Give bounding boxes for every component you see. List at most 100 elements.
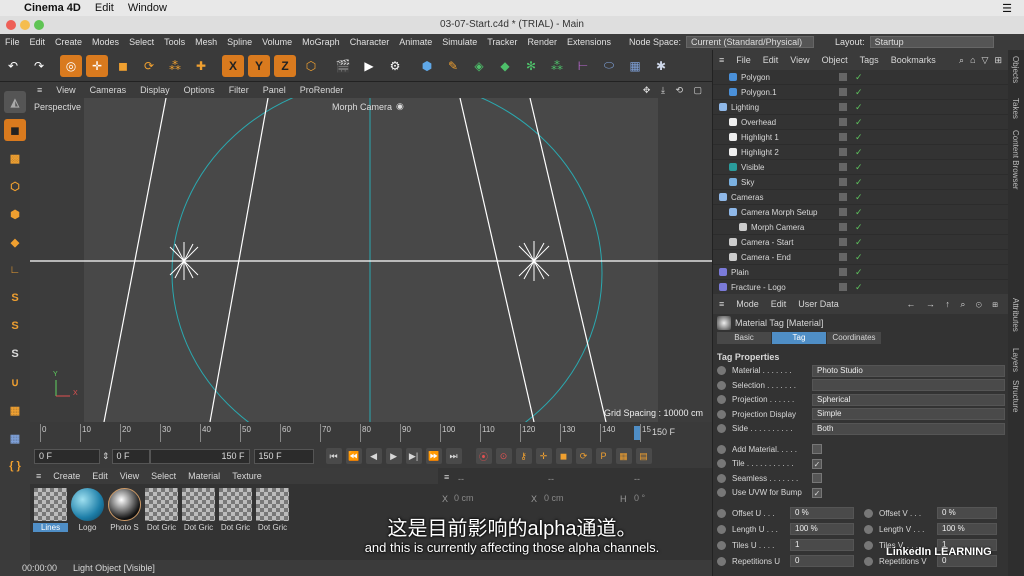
snap-icon-1[interactable]: S — [4, 287, 26, 309]
om-menu-object[interactable]: Object — [816, 55, 854, 65]
object-row[interactable]: Camera - Start ✓ — [713, 235, 1008, 250]
visibility-icon[interactable] — [839, 178, 847, 186]
object-name[interactable]: Camera - Start — [741, 238, 793, 247]
visibility-icon[interactable] — [839, 133, 847, 141]
animate-dot-icon[interactable] — [864, 540, 873, 550]
camera-icon[interactable]: ◉ — [396, 101, 404, 112]
number-field[interactable]: 100 % — [937, 523, 997, 535]
visibility-icon[interactable] — [839, 73, 847, 81]
edges-mode-icon[interactable]: ⬢ — [4, 203, 26, 225]
magnet-icon[interactable]: ∪ — [4, 371, 26, 393]
object-row[interactable]: Lighting ✓ — [713, 100, 1008, 115]
visibility-icon[interactable] — [839, 163, 847, 171]
enabled-check-icon[interactable]: ✓ — [855, 282, 863, 293]
tab-coordinates[interactable]: Coordinates — [827, 332, 881, 344]
side-tab-layers[interactable]: Layers — [1011, 348, 1020, 372]
playhead[interactable] — [634, 426, 640, 440]
animate-dot-icon[interactable] — [717, 444, 726, 454]
side-tab-content-browser[interactable]: Content Browser — [1011, 130, 1020, 190]
mograph-icon[interactable]: ⁂ — [546, 55, 568, 77]
am-nav-icons[interactable]: ← → ↑ ⌕ ⊙ ⊞ — [906, 299, 1002, 310]
object-name[interactable]: Polygon — [741, 73, 770, 82]
om-new-view-icon[interactable]: ⊞ — [994, 55, 1002, 66]
object-name[interactable]: Camera - End — [741, 253, 791, 262]
object-name[interactable]: Overhead — [741, 118, 776, 127]
rotate-icon[interactable]: ⟳ — [138, 55, 160, 77]
object-row[interactable]: Sky ✓ — [713, 175, 1008, 190]
autokey-icon[interactable]: ⊙ — [495, 448, 512, 464]
traffic-lights[interactable] — [6, 20, 44, 30]
number-field[interactable]: 100 % — [790, 523, 854, 535]
frame-stepper-icon[interactable]: ⇕ — [102, 451, 110, 462]
texture-mode-icon[interactable]: ▩ — [4, 147, 26, 169]
menu-extra-icon[interactable]: ☰ — [1002, 2, 1012, 15]
om-menu-tags[interactable]: Tags — [854, 55, 885, 65]
start-frame-field[interactable]: 0 F — [111, 448, 150, 464]
deformer-icon[interactable]: ⊢ — [572, 55, 594, 77]
animate-dot-icon[interactable] — [864, 524, 873, 534]
mac-menu-edit[interactable]: Edit — [95, 2, 114, 14]
animate-dot-icon[interactable] — [717, 395, 726, 404]
menu-mesh[interactable]: Mesh — [190, 37, 222, 47]
transform-icon[interactable]: ✚ — [190, 55, 212, 77]
cloner-icon[interactable]: ✻ — [520, 55, 542, 77]
material-swatch[interactable]: Lines — [33, 488, 68, 556]
number-field[interactable]: 0 % — [937, 507, 997, 519]
visibility-icon[interactable] — [839, 238, 847, 246]
enabled-check-icon[interactable]: ✓ — [855, 87, 863, 98]
make-editable-icon[interactable]: ◭ — [4, 91, 26, 113]
am-menu-edit[interactable]: Edit — [765, 299, 793, 309]
om-search-icon[interactable]: ⌕ — [959, 55, 964, 66]
mat-menu-icon[interactable]: ≡ — [30, 471, 47, 481]
object-row[interactable]: Polygon.1 ✓ — [713, 85, 1008, 100]
property-value[interactable]: Simple — [812, 408, 1005, 420]
visibility-icon[interactable] — [839, 223, 847, 231]
object-row[interactable]: Highlight 2 ✓ — [713, 145, 1008, 160]
object-row[interactable]: Fracture - Logo ✓ — [713, 280, 1008, 295]
object-name[interactable]: Morph Camera — [751, 223, 804, 232]
current-frame-field[interactable]: 0 F — [34, 448, 100, 464]
tab-tag[interactable]: Tag — [772, 332, 826, 344]
material-swatch[interactable]: Photo S — [107, 488, 142, 556]
mat-menu-texture[interactable]: Texture — [226, 471, 268, 481]
x-axis-icon[interactable]: X — [222, 54, 244, 77]
object-row[interactable]: Camera Morph Setup ✓ — [713, 205, 1008, 220]
menu-mograph[interactable]: MoGraph — [297, 37, 345, 47]
enabled-check-icon[interactable]: ✓ — [855, 162, 863, 173]
viewport[interactable]: Perspective Morph Camera ◉ Y X Grid Spac… — [30, 98, 712, 422]
polygons-mode-icon[interactable]: ◆ — [4, 231, 26, 253]
object-row[interactable]: Visible ✓ — [713, 160, 1008, 175]
move-icon[interactable]: ✛ — [86, 54, 108, 77]
material-swatch[interactable]: Dot Gric — [255, 488, 290, 556]
number-field[interactable]: 0 — [790, 555, 854, 567]
minimize-window-icon[interactable] — [20, 20, 30, 30]
menu-simulate[interactable]: Simulate — [437, 37, 482, 47]
om-filter-icon[interactable]: ▽ — [982, 55, 989, 66]
layout-dropdown[interactable]: Startup — [869, 36, 994, 48]
menu-tools[interactable]: Tools — [159, 37, 190, 47]
next-frame-icon[interactable]: ▶| — [405, 448, 422, 464]
visibility-icon[interactable] — [839, 268, 847, 276]
keyframe-selection-icon[interactable]: ⚷ — [515, 448, 532, 464]
visibility-icon[interactable] — [839, 193, 847, 201]
menu-animate[interactable]: Animate — [394, 37, 437, 47]
object-name[interactable]: Visible — [741, 163, 764, 172]
am-menu-mode[interactable]: Mode — [730, 299, 765, 309]
mat-menu-view[interactable]: View — [114, 471, 145, 481]
prev-frame-icon[interactable]: ◀ — [365, 448, 382, 464]
visibility-icon[interactable] — [839, 118, 847, 126]
animate-dot-icon[interactable] — [717, 473, 726, 483]
am-menu-icon[interactable]: ≡ — [713, 299, 730, 309]
max-frame-field[interactable]: 150 F — [253, 448, 314, 464]
vp-menu-cameras[interactable]: Cameras — [83, 85, 134, 95]
script-icon[interactable]: { } — [4, 455, 26, 477]
floor-icon[interactable]: ▦ — [624, 55, 646, 77]
object-row[interactable]: Morph Camera ✓ — [713, 220, 1008, 235]
workplane-icon[interactable]: ▦ — [4, 399, 26, 421]
menu-render[interactable]: Render — [522, 37, 562, 47]
timeline-window-icon[interactable]: ▤ — [635, 448, 652, 464]
object-name[interactable]: Plain — [731, 268, 749, 277]
enabled-check-icon[interactable]: ✓ — [855, 177, 863, 188]
vp-menu-view[interactable]: View — [49, 85, 82, 95]
object-row[interactable]: Cameras ✓ — [713, 190, 1008, 205]
